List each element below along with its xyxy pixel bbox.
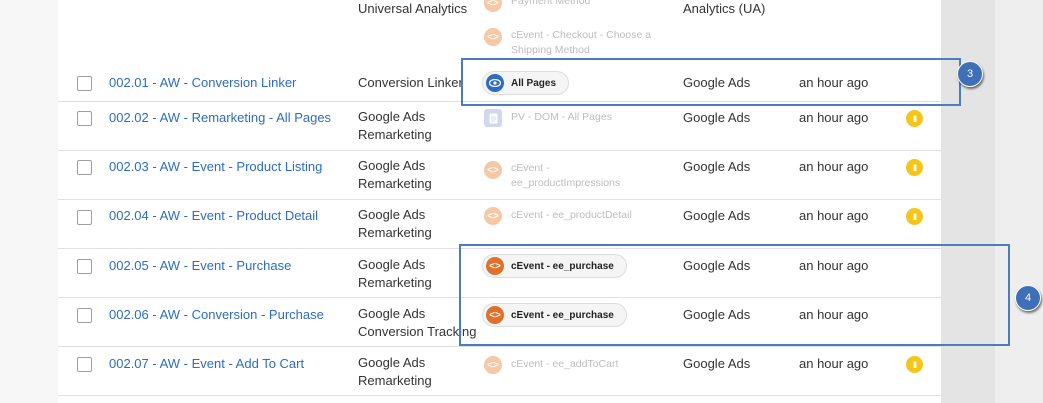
code-icon: <> <box>484 207 502 225</box>
trigger-item: <> Payment Method <box>484 0 671 12</box>
row-checkbox[interactable] <box>77 210 92 225</box>
last-edited: an hour ago <box>799 356 869 371</box>
code-icon: <> <box>484 161 502 179</box>
trigger-item[interactable]: <> cEvent - ee_addToCart <box>484 356 671 374</box>
pause-icon: II <box>906 208 923 225</box>
table-row[interactable]: 002.02 - AW - Remarketing - All Pages Go… <box>58 102 941 151</box>
tag-name-link[interactable]: 002.06 - AW - Conversion - Purchase <box>109 307 324 322</box>
row-checkbox[interactable] <box>77 76 92 91</box>
callout-box <box>459 244 1010 346</box>
callout-box <box>461 58 961 106</box>
tag-destination: Analytics (UA) <box>683 1 766 16</box>
tag-name-link[interactable]: 002.05 - AW - Event - Purchase <box>109 258 291 273</box>
table-row[interactable]: 002.04 - AW - Event - Product Detail Goo… <box>58 200 941 249</box>
trigger-item[interactable]: <> cEvent - ee_productImpressions <box>484 161 641 191</box>
left-margin <box>0 0 58 403</box>
tag-type: Google Ads Remarketing <box>358 158 432 191</box>
last-edited: an hour ago <box>799 159 869 174</box>
tag-type: Google Ads Remarketing <box>358 207 432 240</box>
tag-name-link[interactable]: 002.03 - AW - Event - Product Listing <box>109 159 322 174</box>
tag-destination: Google Ads <box>683 208 751 223</box>
tag-destination: Google Ads <box>683 159 751 174</box>
last-edited: an hour ago <box>799 110 869 125</box>
document-icon <box>484 109 502 127</box>
row-checkbox[interactable] <box>77 111 92 126</box>
pause-icon: II <box>906 110 923 127</box>
tag-name-link[interactable]: 002.01 - AW - Conversion Linker <box>109 75 296 90</box>
tag-type: Universal Analytics <box>358 1 468 16</box>
pause-icon: II <box>906 356 923 373</box>
code-icon: <> <box>484 356 502 374</box>
row-checkbox[interactable] <box>77 160 92 175</box>
tag-type: Google Ads Remarketing <box>358 109 432 142</box>
pause-icon: II <box>906 159 923 176</box>
tag-destination: Google Ads <box>683 356 751 371</box>
tag-name-link[interactable]: 002.04 - AW - Event - Product Detail <box>109 208 318 223</box>
row-checkbox[interactable] <box>77 357 92 372</box>
callout-badge: 4 <box>1015 285 1041 311</box>
table-row[interactable]: 002.07 - AW - Event - Add To Cart Google… <box>58 347 941 396</box>
callout-badge: 3 <box>957 61 983 87</box>
trigger-item: <> cEvent - Checkout - Choose a Shipping… <box>484 28 671 58</box>
trigger-item[interactable]: PV - DOM - All Pages <box>484 109 671 127</box>
table-row[interactable]: 002.03 - AW - Event - Product Listing Go… <box>58 151 941 200</box>
trigger-item[interactable]: <> cEvent - ee_productDetail <box>484 207 671 225</box>
tag-type: Google Ads Remarketing <box>358 355 432 388</box>
tag-name-link[interactable]: 002.02 - AW - Remarketing - All Pages <box>109 110 331 125</box>
last-edited: an hour ago <box>799 208 869 223</box>
row-checkbox[interactable] <box>77 308 92 323</box>
tag-destination: Google Ads <box>683 110 751 125</box>
code-icon: <> <box>484 28 502 46</box>
tag-name-link[interactable]: 002.07 - AW - Event - Add To Cart <box>109 356 304 371</box>
tag-type: Conversion Linker <box>358 75 463 90</box>
row-checkbox[interactable] <box>77 259 92 274</box>
table-row: Universal Analytics <> Payment Method <>… <box>58 0 941 67</box>
code-icon: <> <box>484 0 502 12</box>
